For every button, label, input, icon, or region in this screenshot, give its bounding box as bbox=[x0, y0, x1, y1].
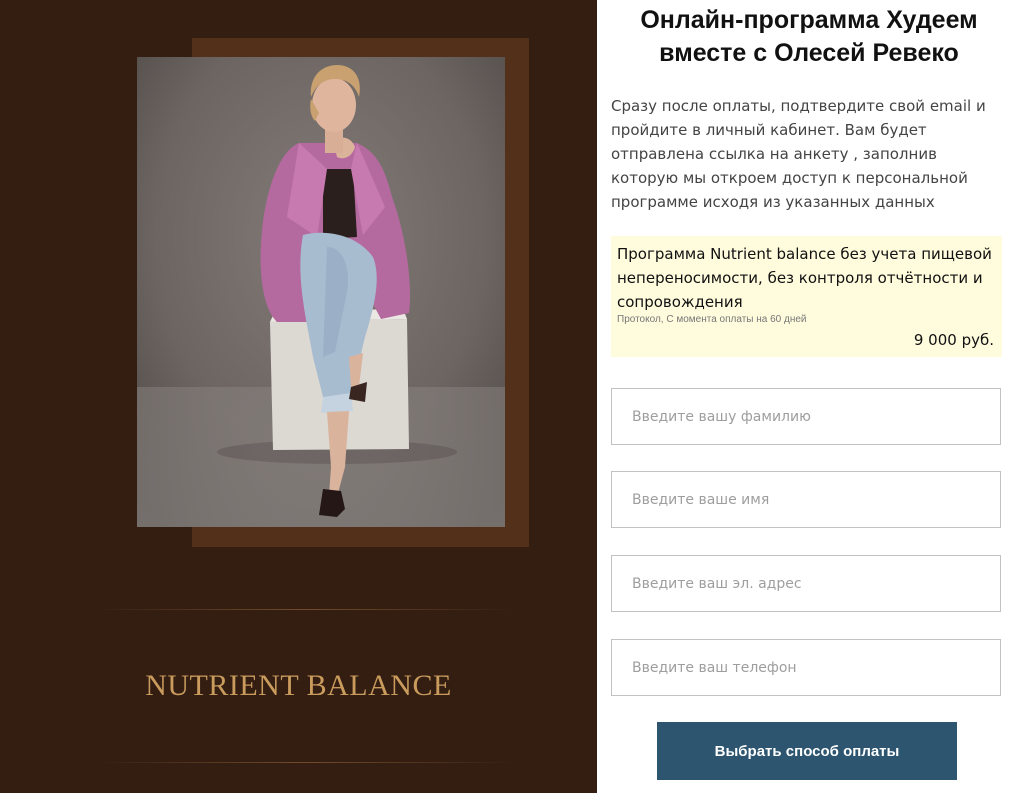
name-input[interactable] bbox=[611, 471, 1001, 528]
program-description: Сразу после оплаты, подтвердите свой ema… bbox=[611, 97, 986, 211]
surname-input[interactable] bbox=[611, 388, 1001, 445]
email-input[interactable] bbox=[611, 555, 1001, 612]
brand-title: NUTRIENT BALANCE bbox=[145, 669, 452, 702]
program-title: Онлайн-программа Худеем вместе с Олесей … bbox=[640, 6, 978, 67]
product-name: Программа Nutrient balance без учета пищ… bbox=[617, 245, 992, 311]
order-form-panel: Онлайн-программа Худеем вместе с Олесей … bbox=[597, 0, 1024, 793]
product-price: 9 000 руб. bbox=[913, 331, 994, 349]
product-subtitle: Протокол, С момента оплаты на 60 дней bbox=[617, 314, 807, 325]
top-divider bbox=[95, 609, 515, 610]
brand-panel: NUTRIENT BALANCE bbox=[0, 0, 597, 793]
choose-payment-button[interactable]: Выбрать способ оплаты bbox=[657, 722, 957, 780]
phone-input[interactable] bbox=[611, 639, 1001, 696]
bottom-divider bbox=[95, 762, 515, 763]
product-card: Программа Nutrient balance без учета пищ… bbox=[611, 236, 1002, 357]
hero-photo bbox=[137, 57, 505, 527]
